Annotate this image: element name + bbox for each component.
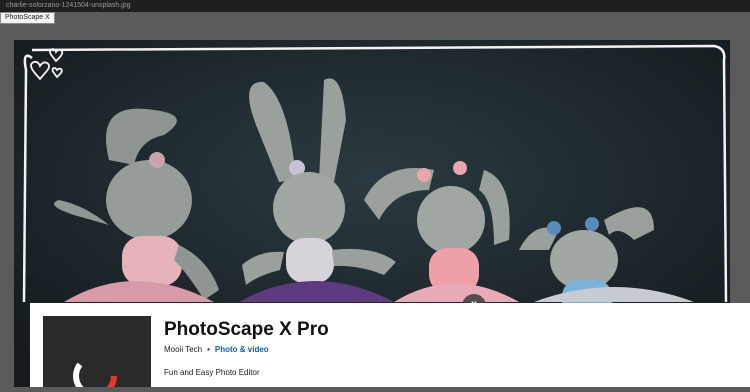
publisher-link[interactable]: Mooii Tech [164, 345, 202, 354]
app-icon [43, 316, 151, 392]
app-meta: Mooii Tech • Photo & video [164, 345, 269, 354]
photoscape-logo-icon [73, 354, 117, 392]
category-link[interactable]: Photo & video [215, 345, 269, 354]
file-name: charlie-solorzano-1241504-unsplash.jpg [6, 2, 131, 9]
app-tooltip: PhotoScape X [0, 12, 55, 24]
window-titlebar: charlie-solorzano-1241504-unsplash.jpg [0, 0, 750, 12]
app-tagline: Fun and Easy Photo Editor [164, 368, 260, 377]
meta-separator: • [207, 345, 210, 354]
store-listing-panel: PhotoScape X Pro Mooii Tech • Photo & vide… [30, 303, 750, 392]
app-title: PhotoScape X Pro [164, 319, 329, 340]
